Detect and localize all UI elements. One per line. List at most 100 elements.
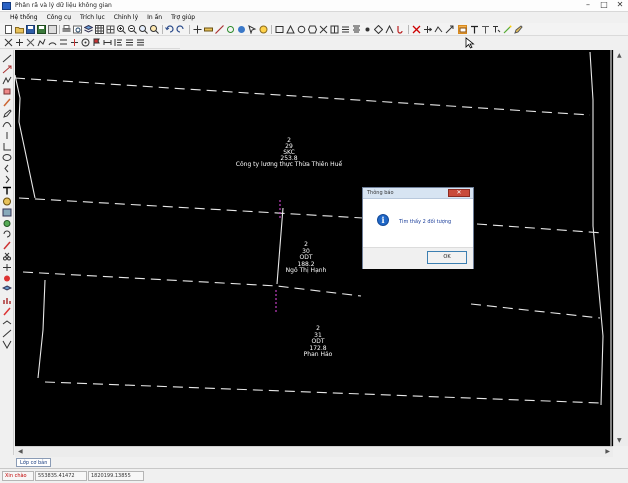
dialog-close-button[interactable]: ✕ <box>448 189 470 197</box>
eraser-icon[interactable] <box>2 87 12 96</box>
ellipse-icon[interactable] <box>2 153 12 162</box>
zoom-in-icon[interactable] <box>117 25 126 34</box>
crosshair-icon[interactable] <box>2 263 12 272</box>
rotate-icon[interactable] <box>434 25 443 34</box>
snap-icon[interactable] <box>15 38 24 47</box>
triangle-icon[interactable] <box>286 25 295 34</box>
minimize-button[interactable]: – <box>582 1 594 10</box>
circle-icon[interactable] <box>297 25 306 34</box>
intersect-icon[interactable] <box>26 38 35 47</box>
rotate-left-icon[interactable] <box>2 230 12 239</box>
pan-icon[interactable] <box>193 25 202 34</box>
chevron-icon[interactable] <box>2 164 12 173</box>
redo-icon[interactable] <box>176 25 185 34</box>
move-icon[interactable] <box>423 25 432 34</box>
hatch-icon[interactable] <box>2 208 12 217</box>
zoom-out-icon[interactable] <box>128 25 137 34</box>
menu-he-thong[interactable]: Hệ thống <box>10 14 38 21</box>
corner-icon[interactable] <box>2 340 12 349</box>
text-edit-icon[interactable] <box>492 25 501 34</box>
offset-icon[interactable] <box>59 38 68 47</box>
layer-tab[interactable]: Lớp cơ bản <box>16 458 52 467</box>
text-tool-icon[interactable] <box>2 186 12 195</box>
lines-icon[interactable] <box>352 25 361 34</box>
distance-icon[interactable] <box>103 38 112 47</box>
ok-button[interactable]: OK <box>427 251 467 264</box>
delete-icon[interactable] <box>412 25 421 34</box>
wand-icon[interactable] <box>503 25 512 34</box>
close-file-icon[interactable] <box>48 25 57 34</box>
save-as-icon[interactable] <box>37 25 46 34</box>
menu-chinh-ly[interactable]: Chỉnh lý <box>114 14 138 21</box>
draw-line-icon[interactable] <box>2 54 12 63</box>
extend-icon[interactable] <box>445 25 454 34</box>
undo-icon[interactable] <box>165 25 174 34</box>
menu-trich-luc[interactable]: Trích lục <box>80 14 105 21</box>
grid-icon[interactable] <box>106 25 115 34</box>
zoom-window-icon[interactable] <box>139 25 148 34</box>
chevron-right-icon[interactable] <box>2 175 12 184</box>
fill-icon[interactable] <box>2 197 12 206</box>
trim-icon[interactable] <box>70 38 79 47</box>
pencil-icon[interactable] <box>514 25 523 34</box>
parcel-select-icon[interactable] <box>458 25 467 34</box>
zoom-extent-icon[interactable] <box>150 25 159 34</box>
horizontal-scrollbar[interactable]: ◀ ▶ <box>15 446 613 457</box>
close-button[interactable]: ✕ <box>614 1 626 10</box>
scroll-up-icon[interactable]: ▲ <box>617 52 622 59</box>
symbol-icon[interactable] <box>2 219 12 228</box>
select-icon[interactable] <box>248 25 257 34</box>
vertical-line-icon[interactable] <box>2 131 12 140</box>
new-file-icon[interactable] <box>4 25 13 34</box>
polyline-icon[interactable] <box>37 38 46 47</box>
scroll-left-icon[interactable]: ◀ <box>18 448 23 455</box>
flag-icon[interactable] <box>92 38 101 47</box>
rectangle-icon[interactable] <box>275 25 284 34</box>
info-tool-icon[interactable] <box>237 25 246 34</box>
menu-in-an[interactable]: In ấn <box>147 14 162 21</box>
brush-icon[interactable] <box>2 98 12 107</box>
point-icon[interactable] <box>4 38 13 47</box>
scroll-right-icon[interactable]: ▶ <box>605 448 610 455</box>
menu-lines-icon[interactable] <box>136 38 145 47</box>
refresh-icon[interactable] <box>226 25 235 34</box>
curve-icon[interactable] <box>2 120 12 129</box>
vertical-scrollbar[interactable]: ▲ ▼ <box>613 50 628 446</box>
maximize-button[interactable]: □ <box>598 1 610 10</box>
hook-icon[interactable] <box>396 25 405 34</box>
node-icon[interactable] <box>363 25 372 34</box>
target-icon[interactable] <box>81 38 90 47</box>
parcel-label-31[interactable]: 2 31 ODT 172.8 Phan Hảo <box>283 325 353 359</box>
layers-icon[interactable] <box>2 285 12 294</box>
parcel-label-30[interactable]: 2 30 ODT 188.2 Ngô Thị Hạnh <box>271 241 341 275</box>
ruler-icon[interactable] <box>204 25 213 34</box>
draw-arrow-icon[interactable] <box>2 65 12 74</box>
menu-cong-cu[interactable]: Công cụ <box>47 14 71 21</box>
open-folder-icon[interactable] <box>15 25 24 34</box>
paint-icon[interactable] <box>2 241 12 250</box>
chevron-up-icon[interactable] <box>2 318 12 327</box>
map-canvas[interactable]: 2 29 SKC 253.8 Công ty lương thực Thừa T… <box>15 50 613 446</box>
print-icon[interactable] <box>62 25 71 34</box>
save-icon[interactable] <box>26 25 35 34</box>
text-label-icon[interactable] <box>470 25 479 34</box>
parcel-merge-icon[interactable] <box>341 25 350 34</box>
vertex-icon[interactable] <box>385 25 394 34</box>
table-icon[interactable] <box>95 25 104 34</box>
angle-icon[interactable] <box>2 142 12 151</box>
text-icon[interactable] <box>481 25 490 34</box>
marker-icon[interactable] <box>2 307 12 316</box>
arc-icon[interactable] <box>48 38 57 47</box>
measure-icon[interactable] <box>215 25 224 34</box>
diamond-icon[interactable] <box>374 25 383 34</box>
print-preview-icon[interactable] <box>73 25 82 34</box>
slash-icon[interactable] <box>2 329 12 338</box>
cross-icon[interactable] <box>319 25 328 34</box>
draw-polyline-icon[interactable] <box>2 76 12 85</box>
help-icon[interactable] <box>259 25 268 34</box>
parcel-label-29[interactable]: 2 29 SKC 253.8 Công ty lương thực Thừa T… <box>235 138 343 168</box>
record-icon[interactable] <box>2 274 12 283</box>
layer-icon[interactable] <box>84 25 93 34</box>
parcel-split-icon[interactable] <box>330 25 339 34</box>
scroll-down-icon[interactable]: ▼ <box>617 437 622 444</box>
